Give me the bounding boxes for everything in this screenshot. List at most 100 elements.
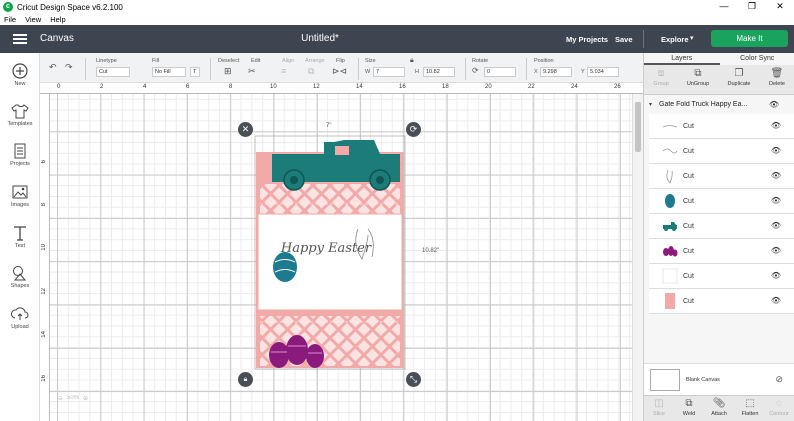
- attach-button[interactable]: 📎︎ Attach: [704, 398, 734, 417]
- zoom-in-icon[interactable]: ⊕: [83, 395, 88, 402]
- sidebar-item-shapes[interactable]: Shapes: [0, 265, 40, 289]
- undo-icon[interactable]: ↶: [49, 62, 57, 73]
- blank-canvas-row[interactable]: Blank Canvas ⊘: [644, 363, 794, 395]
- collapse-caret-icon[interactable]: ▾: [649, 101, 652, 108]
- zoom-level: 50%: [67, 395, 80, 401]
- width-dimension-label: 7": [326, 123, 332, 129]
- shapes-icon: [13, 266, 27, 281]
- rotate-icon: ⟳: [472, 66, 479, 75]
- sidebar-item-text[interactable]: Text: [0, 225, 40, 249]
- arrange-button[interactable]: ⧉: [308, 66, 314, 77]
- duplicate-button[interactable]: ❐ Duplicate: [724, 68, 754, 87]
- redo-icon[interactable]: ↷: [65, 62, 73, 73]
- toolbar-divider: [210, 58, 211, 80]
- flip-button[interactable]: ⊳⊲: [332, 66, 347, 77]
- delete-handle-icon[interactable]: ✕: [238, 122, 253, 137]
- ruler-tick: 26: [614, 84, 621, 90]
- sidebar-item-templates[interactable]: Templates: [0, 103, 40, 127]
- layer-row[interactable]: Cut 👁︎: [649, 239, 794, 264]
- layer-group-row[interactable]: ▾ Gate Fold Truck Happy Ea... 👁︎: [644, 97, 794, 113]
- window-titlebar: c Cricut Design Space v6.2.100 — ❐ ✕: [0, 0, 794, 14]
- size-label: Size: [365, 58, 376, 64]
- position-x-input[interactable]: 9.298: [540, 67, 572, 77]
- eye-slash-icon[interactable]: ⊘: [775, 374, 783, 385]
- eye-icon[interactable]: 👁︎: [769, 100, 779, 109]
- deselect-button[interactable]: ⊞: [224, 66, 232, 77]
- eye-icon[interactable]: 👁︎: [771, 271, 781, 280]
- sidebar-item-images[interactable]: Images: [0, 184, 40, 208]
- tab-color-sync[interactable]: Color Sync: [720, 53, 794, 65]
- ungroup-button[interactable]: ⧉ UnGroup: [683, 68, 713, 87]
- layer-row[interactable]: Cut 👁︎: [649, 264, 794, 289]
- width-input[interactable]: 7: [373, 67, 405, 77]
- explore-menu[interactable]: Explore: [661, 35, 689, 44]
- scroll-thumb[interactable]: [635, 102, 641, 152]
- zoom-out-icon[interactable]: ⊖: [58, 395, 63, 402]
- close-window-button[interactable]: ✕: [766, 0, 794, 14]
- rotate-handle-icon[interactable]: ⟳: [406, 122, 421, 137]
- design-canvas[interactable]: Happy Easter ✕ ⟳ 🔒︎ ⤡ 7" 10.82": [50, 94, 632, 421]
- eye-icon[interactable]: 👁︎: [771, 146, 781, 155]
- eye-icon[interactable]: 👁︎: [771, 196, 781, 205]
- fill-options-button[interactable]: T: [190, 67, 200, 77]
- window-title: Cricut Design Space v6.2.100: [17, 2, 123, 12]
- image-icon: [12, 185, 28, 199]
- eye-icon[interactable]: 👁︎: [771, 296, 781, 305]
- sidebar-item-projects[interactable]: Projects: [0, 143, 40, 167]
- my-projects-link[interactable]: My Projects: [566, 35, 608, 44]
- card-design[interactable]: [50, 94, 632, 421]
- fill-label: Fill: [152, 58, 160, 64]
- edit-tools-button[interactable]: ✂: [248, 66, 256, 77]
- width-label: W: [365, 69, 371, 75]
- blue-egg: [273, 252, 297, 282]
- height-input[interactable]: 10.82: [423, 67, 455, 77]
- eye-icon[interactable]: 👁︎: [771, 221, 781, 230]
- layer-group-name: Gate Fold Truck Happy Ea...: [659, 101, 748, 108]
- layer-row[interactable]: Cut 👁︎: [649, 189, 794, 214]
- contour-button[interactable]: ◌ Contour: [764, 398, 794, 417]
- eye-icon[interactable]: 👁︎: [771, 246, 781, 255]
- menu-help[interactable]: Help: [50, 15, 65, 24]
- layer-row[interactable]: Cut 👁︎: [649, 289, 794, 314]
- shirt-icon: [11, 104, 29, 119]
- layer-row[interactable]: Cut 👁︎: [649, 139, 794, 164]
- position-y-input[interactable]: 5.034: [587, 67, 619, 77]
- canvas-scrollbar[interactable]: [632, 94, 643, 421]
- teal-truck-thumb: [663, 222, 677, 231]
- eye-icon[interactable]: 👁︎: [771, 121, 781, 130]
- blank-canvas-swatch[interactable]: [650, 369, 680, 391]
- rotate-input[interactable]: 0: [484, 67, 516, 77]
- slice-button[interactable]: ◫ Slice: [644, 398, 674, 417]
- tab-layers[interactable]: Layers: [644, 53, 720, 65]
- layer-row[interactable]: Cut 👁︎: [649, 164, 794, 189]
- maximize-button[interactable]: ❐: [738, 0, 766, 14]
- edit-label: Edit: [251, 58, 261, 64]
- layer-row[interactable]: Cut 👁︎: [649, 114, 794, 139]
- sidebar-item-upload[interactable]: Upload: [0, 306, 40, 330]
- make-it-button[interactable]: Make It: [711, 30, 788, 47]
- align-button[interactable]: ≡: [281, 66, 286, 76]
- chevron-down-icon[interactable]: ▾: [690, 34, 694, 42]
- app-header: Canvas Untitled* My Projects Save Explor…: [0, 25, 794, 53]
- menu-view[interactable]: View: [25, 15, 41, 24]
- minimize-button[interactable]: —: [710, 0, 738, 14]
- group-button[interactable]: ⧈ Group: [646, 68, 676, 87]
- layer-row[interactable]: Cut 👁︎: [649, 214, 794, 239]
- sidebar-item-new[interactable]: New: [0, 63, 40, 87]
- delete-button[interactable]: 🗑︎ Delete: [762, 68, 792, 87]
- ruler-tick: 10: [41, 244, 47, 251]
- lock-handle-icon[interactable]: 🔒︎: [238, 372, 253, 387]
- menu-file[interactable]: File: [4, 15, 16, 24]
- eye-icon[interactable]: 👁︎: [771, 171, 781, 180]
- fill-select[interactable]: No Fill: [152, 67, 186, 77]
- ruler-tick: 6: [186, 84, 190, 90]
- ruler-tick: 2: [100, 84, 104, 90]
- save-link[interactable]: Save: [615, 35, 633, 44]
- resize-handle-icon[interactable]: ⤡: [406, 372, 421, 387]
- flatten-button[interactable]: ⬚ Flatten: [735, 398, 765, 417]
- deselect-label: Deselect: [218, 58, 240, 64]
- duplicate-icon: ❐: [734, 68, 744, 79]
- weld-button[interactable]: ⧉ Weld: [674, 398, 704, 417]
- linetype-select[interactable]: Cut: [96, 67, 130, 77]
- lock-icon[interactable]: 🔒︎: [410, 57, 414, 65]
